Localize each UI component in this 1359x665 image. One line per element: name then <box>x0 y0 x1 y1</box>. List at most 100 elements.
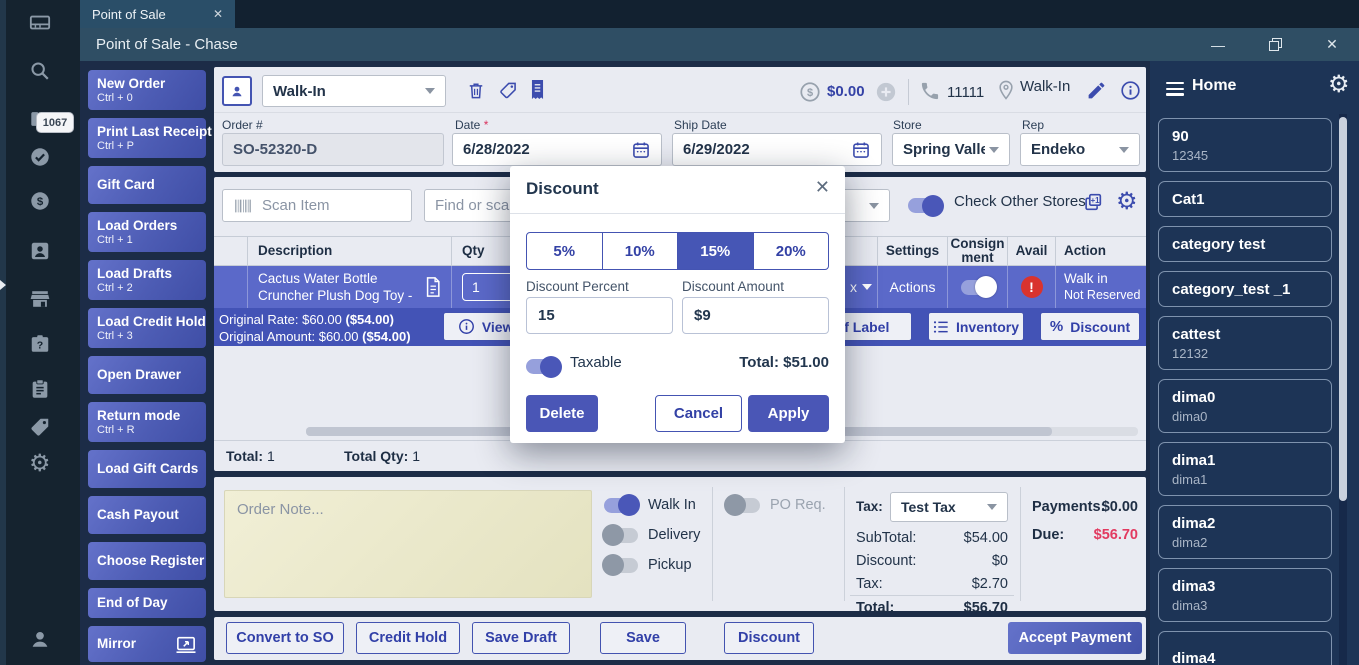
delivery-toggle[interactable] <box>602 524 638 546</box>
category-card[interactable]: dima3 dima3 <box>1158 568 1332 622</box>
print-last-receipt-button[interactable]: Print Last Receipt Ctrl + P <box>88 118 212 158</box>
orders-check-icon[interactable] <box>29 146 51 168</box>
panel-expander-arrow[interactable] <box>0 280 6 290</box>
consignment-toggle[interactable] <box>960 276 997 298</box>
dialog-close-icon[interactable]: ✕ <box>815 177 830 198</box>
discount-percent-input[interactable] <box>526 297 673 334</box>
minimize-button[interactable]: — <box>1198 28 1238 61</box>
mirror-button[interactable]: Mirror <box>88 626 206 662</box>
store-icon[interactable] <box>29 288 51 310</box>
customer-card-button[interactable] <box>222 76 252 106</box>
category-card[interactable]: Cat1 <box>1158 181 1332 217</box>
header-consignment[interactable]: Consign ment <box>948 237 1008 265</box>
delete-discount-button[interactable]: Delete <box>526 395 598 432</box>
calendar-icon[interactable] <box>631 140 651 160</box>
category-card[interactable]: dima2 dima2 <box>1158 505 1332 559</box>
tab-point-of-sale[interactable]: Point of Sale ✕ <box>80 0 235 28</box>
scan-item-field[interactable] <box>262 197 392 214</box>
taxable-toggle[interactable] <box>526 355 562 378</box>
price-tag-icon[interactable] <box>498 80 518 101</box>
user-icon[interactable] <box>29 628 51 650</box>
dollar-icon[interactable]: $ <box>29 190 51 212</box>
add-credit-icon[interactable] <box>875 81 897 103</box>
credit-hold-button[interactable]: Credit Hold <box>356 622 460 654</box>
order-note-input[interactable] <box>224 490 592 598</box>
percent-option-10[interactable]: 10% <box>601 233 678 269</box>
category-card[interactable]: dima1 dima1 <box>1158 442 1332 496</box>
category-card[interactable]: category test <box>1158 226 1332 262</box>
sidebar-gear-icon[interactable]: ⚙ <box>1328 73 1350 97</box>
qty-input[interactable]: 1 <box>462 273 514 301</box>
percent-option-20[interactable]: 20% <box>752 233 829 269</box>
save-button[interactable]: Save <box>600 622 686 654</box>
new-order-button[interactable]: New Order Ctrl + 0 <box>88 70 206 110</box>
discount-button[interactable]: Discount <box>724 622 814 654</box>
gift-card-button[interactable]: Gift Card <box>88 166 206 204</box>
category-card[interactable]: dima0 dima0 <box>1158 379 1332 433</box>
tab-close-icon[interactable]: ✕ <box>213 7 223 21</box>
row-actions-button[interactable]: Actions <box>878 266 948 308</box>
tax-select[interactable]: Test Tax <box>890 492 1008 522</box>
calendar-icon[interactable] <box>851 140 871 160</box>
cash-payout-button[interactable]: Cash Payout <box>88 496 206 534</box>
accept-payment-button[interactable]: Accept Payment <box>1008 622 1142 654</box>
load-gift-cards-button[interactable]: Load Gift Cards <box>88 450 206 488</box>
store-select[interactable]: Spring Valley <box>892 133 1010 166</box>
walk-in-toggle[interactable] <box>604 494 640 516</box>
check-other-stores-toggle[interactable] <box>908 194 944 217</box>
customers-icon[interactable] <box>29 240 51 262</box>
register-icon[interactable] <box>29 12 51 34</box>
inventory-button[interactable]: Inventory <box>928 312 1024 341</box>
pickup-toggle[interactable] <box>602 554 638 576</box>
date-field[interactable]: 6/28/2022 <box>452 133 662 166</box>
header-avail[interactable]: Avail <box>1008 237 1056 265</box>
tag-icon[interactable] <box>29 416 51 438</box>
rep-select[interactable]: Endeko <box>1020 133 1140 166</box>
edit-pencil-icon[interactable] <box>1086 80 1107 101</box>
row-tax-select-partial[interactable]: x <box>845 266 878 308</box>
item-note-doc-icon[interactable] <box>423 275 443 299</box>
category-card[interactable]: 90 12345 <box>1158 118 1332 172</box>
row-select-cell[interactable] <box>214 266 248 308</box>
items-settings-gear-icon[interactable]: ⚙ <box>1116 190 1138 214</box>
load-orders-button[interactable]: Load Orders Ctrl + 1 <box>88 212 206 252</box>
clipboard-icon[interactable] <box>29 378 51 400</box>
apply-button[interactable]: Apply <box>748 395 829 432</box>
receipt-icon[interactable] <box>528 78 547 101</box>
sidebar-scrollbar-thumb[interactable] <box>1339 117 1347 501</box>
discount-item-button[interactable]: % Discount <box>1040 312 1140 341</box>
discount-amount-input[interactable] <box>682 297 829 334</box>
po-req-toggle[interactable] <box>724 494 760 516</box>
save-draft-button[interactable]: Save Draft <box>472 622 570 654</box>
convert-to-so-button[interactable]: Convert to SO <box>226 622 344 654</box>
percent-option-5[interactable]: 5% <box>527 233 602 269</box>
customer-select[interactable]: Walk-In <box>262 75 446 107</box>
open-drawer-button[interactable]: Open Drawer <box>88 356 206 394</box>
header-description[interactable]: Description <box>248 237 452 265</box>
load-drafts-button[interactable]: Load Drafts Ctrl + 2 <box>88 260 206 300</box>
scan-item-input[interactable] <box>222 189 412 222</box>
hamburger-menu-icon[interactable] <box>1166 82 1184 99</box>
settings-gear-icon[interactable]: ⚙ <box>29 452 51 476</box>
item-description-cell[interactable]: Cactus Water Bottle Cruncher Plush Dog To… <box>248 266 452 308</box>
choose-register-button[interactable]: Choose Register <box>88 542 206 580</box>
category-card[interactable]: dima4 <box>1158 631 1332 665</box>
info-icon[interactable] <box>1120 80 1141 101</box>
delete-order-icon[interactable] <box>466 80 486 101</box>
copy-plus-icon[interactable]: +1 <box>1082 191 1104 213</box>
cancel-button[interactable]: Cancel <box>655 395 742 432</box>
camera-question-icon[interactable]: ? <box>29 333 51 355</box>
header-qty[interactable]: Qty <box>452 237 516 265</box>
availability-alert-icon[interactable]: ! <box>1020 276 1043 298</box>
close-button[interactable]: ✕ <box>1312 28 1352 61</box>
category-card[interactable]: cattest 12132 <box>1158 316 1332 370</box>
end-of-day-button[interactable]: End of Day <box>88 588 206 618</box>
ship-date-field[interactable]: 6/29/2022 <box>672 133 882 166</box>
restore-button[interactable] <box>1255 28 1295 61</box>
return-mode-button[interactable]: Return mode Ctrl + R <box>88 402 206 442</box>
header-action[interactable]: Action <box>1056 237 1146 265</box>
load-credit-hold-button[interactable]: Load Credit Hold Ctrl + 3 <box>88 308 206 348</box>
category-card[interactable]: category_test _1 <box>1158 271 1332 307</box>
percent-option-15-selected[interactable]: 15% <box>677 233 753 269</box>
search-icon[interactable] <box>29 60 51 82</box>
